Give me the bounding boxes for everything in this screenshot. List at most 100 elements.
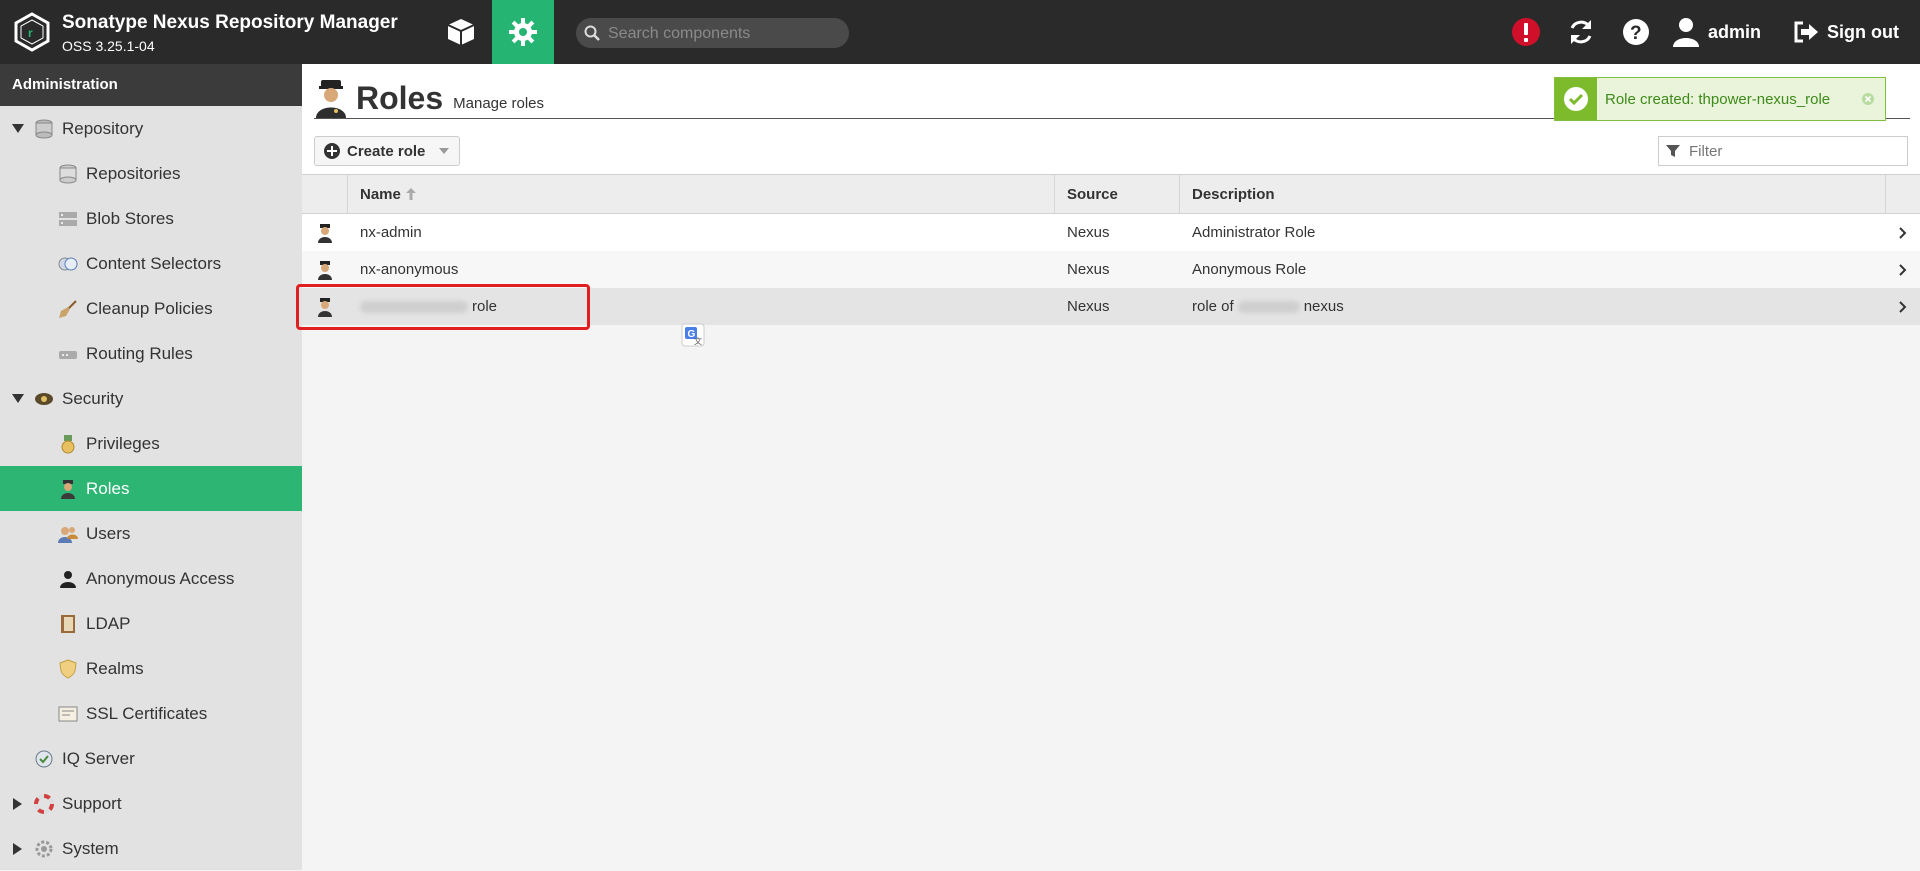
main-content: Roles Manage roles Create role Filter Ro…: [302, 64, 1920, 870]
database-icon: [58, 164, 78, 184]
expand-toggle-icon[interactable]: [10, 393, 26, 404]
sidebar-item-support[interactable]: Support: [0, 781, 302, 826]
sidebar-item-label: IQ Server: [62, 748, 135, 768]
officer-icon: [316, 80, 346, 118]
column-header-description[interactable]: Description: [1180, 175, 1886, 213]
browse-mode-button[interactable]: [430, 0, 492, 64]
sidebar-item-security[interactable]: Security: [0, 376, 302, 421]
collapse-toggle-icon[interactable]: [10, 842, 26, 855]
role-description: Anonymous Role: [1192, 261, 1307, 278]
sidebar-item-label: Security: [62, 388, 124, 408]
sidebar-item-ssl-certificates[interactable]: SSL Certificates: [0, 691, 302, 736]
page-title: Roles: [356, 80, 444, 116]
help-button[interactable]: ?: [1618, 14, 1654, 50]
column-header-name[interactable]: Name: [348, 175, 1055, 213]
sidebar-item-label: Repositories: [86, 163, 181, 183]
sidebar-item-label: System: [62, 838, 119, 858]
description-suffix: nexus: [1303, 298, 1344, 315]
sign-out-label: Sign out: [1827, 21, 1899, 42]
filter-input[interactable]: [1687, 141, 1901, 161]
sidebar-item-realms[interactable]: Realms: [0, 646, 302, 691]
server-icon: [58, 209, 78, 229]
refresh-icon: [1570, 20, 1592, 44]
table-row[interactable]: nx-anonymous Nexus Anonymous Role: [302, 251, 1920, 288]
search-input[interactable]: [606, 18, 840, 50]
column-label: Description: [1192, 185, 1275, 203]
caret-down-icon[interactable]: [437, 146, 451, 156]
role-source: Nexus: [1067, 298, 1110, 315]
sidebar-item-label: Users: [86, 523, 131, 543]
selector-icon: [58, 254, 78, 274]
page-subtitle: Manage roles: [453, 95, 545, 112]
table-header: Name Source Description: [302, 174, 1920, 214]
chevron-right-icon[interactable]: [1886, 251, 1920, 288]
search-icon: [584, 25, 600, 41]
sidebar-item-privileges[interactable]: Privileges: [0, 421, 302, 466]
sidebar-item-label: Anonymous Access: [86, 568, 235, 588]
medal-icon: [58, 434, 78, 454]
sign-out-button[interactable]: Sign out: [1793, 0, 1899, 64]
sidebar-item-content-selectors[interactable]: Content Selectors: [0, 241, 302, 286]
table-row[interactable]: nx-admin Nexus Administrator Role: [302, 214, 1920, 251]
plus-circle-icon: [324, 143, 340, 159]
sidebar-item-repositories[interactable]: Repositories: [0, 151, 302, 196]
role-source: Nexus: [1067, 224, 1110, 241]
role-description: Administrator Role: [1192, 224, 1316, 241]
officer-icon: [302, 214, 348, 251]
svg-text:文: 文: [694, 336, 702, 346]
collapse-toggle-icon[interactable]: [10, 797, 26, 810]
role-source: Nexus: [1067, 261, 1110, 278]
certificate-icon: [58, 704, 78, 724]
description-prefix: role of: [1192, 298, 1234, 315]
sidebar-item-routing-rules[interactable]: Routing Rules: [0, 331, 302, 376]
admin-mode-button[interactable]: [492, 0, 554, 64]
refresh-button[interactable]: [1563, 14, 1599, 50]
sidebar-item-users[interactable]: Users: [0, 511, 302, 556]
sidebar-item-label: Repository: [62, 118, 144, 138]
book-icon: [58, 614, 78, 634]
role-description: role of nexus: [1180, 288, 1886, 325]
highlight-annotation: [296, 284, 590, 330]
sidebar-item-label: Cleanup Policies: [86, 298, 213, 318]
translate-icon[interactable]: G 文: [681, 323, 705, 347]
system-alert-button[interactable]: [1508, 14, 1544, 50]
sidebar-item-label: Blob Stores: [86, 208, 174, 228]
sidebar-item-anonymous-access[interactable]: Anonymous Access: [0, 556, 302, 601]
sidebar-item-label: LDAP: [86, 613, 131, 633]
expand-toggle-icon[interactable]: [10, 123, 26, 134]
sidebar-item-system[interactable]: System: [0, 826, 302, 871]
sidebar-item-roles[interactable]: Roles: [0, 466, 302, 511]
user-icon: [1673, 18, 1699, 47]
role-name: nx-anonymous: [360, 261, 459, 278]
search-components: [576, 18, 849, 50]
alert-icon: [1512, 18, 1540, 46]
sidebar-item-label: Privileges: [86, 433, 160, 453]
sidebar-item-iq-server[interactable]: IQ Server: [0, 736, 302, 781]
column-header-source[interactable]: Source: [1055, 175, 1180, 213]
toast-icon-area: [1555, 78, 1597, 120]
filter-box: [1658, 136, 1908, 166]
svg-text:?: ?: [1630, 23, 1642, 44]
officer-icon: [58, 479, 78, 499]
sidebar-item-ldap[interactable]: LDAP: [0, 601, 302, 646]
badge-icon: [34, 389, 54, 409]
gear-icon: [509, 18, 537, 46]
help-icon: ?: [1623, 19, 1649, 45]
column-label: Name: [360, 185, 401, 203]
database-icon: [34, 119, 54, 139]
role-name: nx-admin: [360, 224, 422, 241]
iq-icon: [34, 749, 54, 769]
gear-icon: [34, 839, 54, 859]
sidebar-item-blob-stores[interactable]: Blob Stores: [0, 196, 302, 241]
shield-icon: [58, 658, 78, 679]
chevron-right-icon[interactable]: [1886, 288, 1920, 325]
chevron-right-icon[interactable]: [1886, 214, 1920, 251]
arrow-column-header: [1886, 175, 1920, 213]
sidebar-item-repository[interactable]: Repository: [0, 106, 302, 151]
close-icon[interactable]: [1861, 92, 1875, 106]
user-menu[interactable]: admin: [1672, 0, 1761, 64]
users-icon: [58, 524, 78, 544]
create-role-button[interactable]: Create role: [314, 136, 461, 166]
nexus-logo-icon[interactable]: r: [14, 12, 50, 52]
sidebar-item-cleanup-policies[interactable]: Cleanup Policies: [0, 286, 302, 331]
